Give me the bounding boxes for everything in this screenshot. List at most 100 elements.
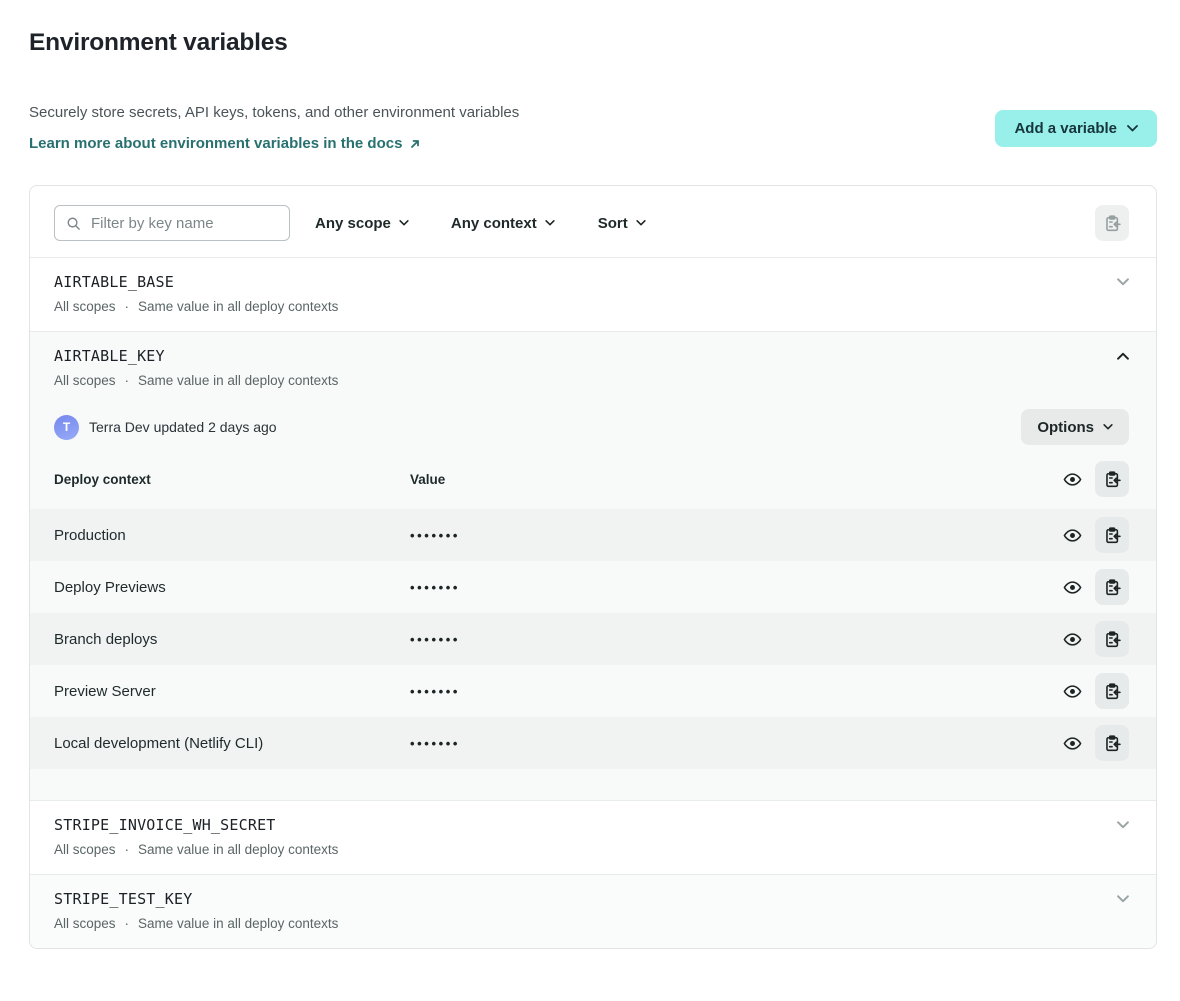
table-row: Preview Server ••••••• <box>30 665 1156 717</box>
updated-by-row: T Terra Dev updated 2 days ago Options <box>30 409 1156 445</box>
deploy-context-column-header: Deploy context <box>54 472 410 487</box>
variable-meta: All scopes · Same value in all deploy co… <box>54 842 1129 857</box>
variable-contexts: Same value in all deploy contexts <box>138 916 338 931</box>
chevron-down-icon[interactable] <box>1117 821 1129 829</box>
variable-name: STRIPE_TEST_KEY <box>54 890 192 908</box>
dot-separator: · <box>125 916 130 931</box>
add-variable-button[interactable]: Add a variable <box>995 110 1157 147</box>
copy-values-button[interactable] <box>1095 205 1129 241</box>
variable-row-stripe-test-key[interactable]: STRIPE_TEST_KEY All scopes · Same value … <box>30 874 1156 948</box>
variable-contexts: Same value in all deploy contexts <box>138 842 338 857</box>
variable-header: STRIPE_TEST_KEY <box>54 890 1129 908</box>
environment-variables-card: Any scope Any context Sort <box>29 185 1157 949</box>
dot-separator: · <box>125 373 130 388</box>
variable-meta: All scopes · Same value in all deploy co… <box>54 299 1129 314</box>
docs-link-label: Learn more about environment variables i… <box>29 135 402 152</box>
clipboard-arrow-icon <box>1104 683 1121 700</box>
reveal-value-button[interactable] <box>1061 630 1083 649</box>
variable-name: AIRTABLE_BASE <box>54 273 174 291</box>
dot-separator: · <box>125 842 130 857</box>
masked-value-cell: ••••••• <box>410 528 1061 543</box>
variable-row-stripe-invoice-wh-secret[interactable]: STRIPE_INVOICE_WH_SECRET All scopes · Sa… <box>30 800 1156 874</box>
eye-icon <box>1063 470 1082 489</box>
docs-link[interactable]: Learn more about environment variables i… <box>29 135 421 152</box>
page-description: Securely store secrets, API keys, tokens… <box>29 103 519 122</box>
table-row: Local development (Netlify CLI) ••••••• <box>30 717 1156 769</box>
chevron-down-icon[interactable] <box>1117 278 1129 286</box>
chevron-down-icon <box>1103 424 1113 430</box>
variable-scopes: All scopes <box>54 373 116 388</box>
reveal-value-button[interactable] <box>1061 734 1083 753</box>
clipboard-arrow-icon <box>1104 471 1121 488</box>
intro-row: Securely store secrets, API keys, tokens… <box>29 103 1157 153</box>
copy-value-button[interactable] <box>1095 569 1129 605</box>
variable-scopes: All scopes <box>54 299 116 314</box>
updated-by: T Terra Dev updated 2 days ago <box>54 415 277 440</box>
scope-filter-label: Any scope <box>315 215 391 232</box>
search-icon <box>66 216 81 231</box>
variable-contexts: Same value in all deploy contexts <box>138 299 338 314</box>
values-table: Production ••••••• <box>30 509 1156 769</box>
variable-row-airtable-key: AIRTABLE_KEY All scopes · Same value in … <box>30 331 1156 800</box>
sort-dropdown[interactable]: Sort <box>598 215 646 232</box>
clipboard-arrow-icon <box>1104 215 1121 232</box>
masked-value-cell: ••••••• <box>410 736 1061 751</box>
variable-meta: All scopes · Same value in all deploy co… <box>54 373 1129 388</box>
variable-scopes: All scopes <box>54 916 116 931</box>
filter-key-input[interactable] <box>89 214 278 233</box>
variable-header: STRIPE_INVOICE_WH_SECRET <box>54 816 1129 834</box>
eye-icon <box>1063 630 1082 649</box>
chevron-down-icon <box>399 220 409 226</box>
copy-value-button[interactable] <box>1095 621 1129 657</box>
variable-row-airtable-base[interactable]: AIRTABLE_BASE All scopes · Same value in… <box>30 257 1156 331</box>
reveal-value-button[interactable] <box>1061 578 1083 597</box>
page-title: Environment variables <box>29 28 1157 58</box>
chevron-up-icon[interactable] <box>1117 352 1129 360</box>
copy-all-values-button[interactable] <box>1095 461 1129 497</box>
masked-value-cell: ••••••• <box>410 580 1061 595</box>
value-column-header: Value <box>410 472 1061 487</box>
values-table-header: Deploy context Value <box>30 461 1156 497</box>
chevron-down-icon[interactable] <box>1117 895 1129 903</box>
clipboard-arrow-icon <box>1104 735 1121 752</box>
avatar: T <box>54 415 79 440</box>
copy-value-button[interactable] <box>1095 517 1129 553</box>
clipboard-arrow-icon <box>1104 579 1121 596</box>
environment-variables-page: Environment variables Securely store sec… <box>0 28 1180 949</box>
table-row: Production ••••••• <box>30 509 1156 561</box>
scope-filter-dropdown[interactable]: Any scope <box>315 215 409 232</box>
intro-text: Securely store secrets, API keys, tokens… <box>29 103 519 153</box>
chevron-down-icon <box>636 220 646 226</box>
deploy-context-cell: Local development (Netlify CLI) <box>54 735 410 752</box>
variable-name: STRIPE_INVOICE_WH_SECRET <box>54 816 276 834</box>
options-label: Options <box>1037 419 1094 436</box>
external-link-icon <box>409 137 421 150</box>
filter-bar: Any scope Any context Sort <box>30 186 1156 257</box>
reveal-value-button[interactable] <box>1061 682 1083 701</box>
reveal-all-values-button[interactable] <box>1061 470 1083 489</box>
search-box <box>54 205 290 241</box>
clipboard-arrow-icon <box>1104 527 1121 544</box>
eye-icon <box>1063 682 1082 701</box>
masked-value-cell: ••••••• <box>410 632 1061 647</box>
variable-contexts: Same value in all deploy contexts <box>138 373 338 388</box>
masked-value-cell: ••••••• <box>410 684 1061 699</box>
deploy-context-cell: Production <box>54 527 410 544</box>
copy-value-button[interactable] <box>1095 725 1129 761</box>
options-button[interactable]: Options <box>1021 409 1129 445</box>
updated-text: Terra Dev updated 2 days ago <box>89 419 277 435</box>
variable-header: AIRTABLE_BASE <box>54 273 1129 291</box>
expanded-section-footer <box>30 769 1156 800</box>
deploy-context-cell: Deploy Previews <box>54 579 410 596</box>
sort-label: Sort <box>598 215 628 232</box>
variable-name: AIRTABLE_KEY <box>54 347 165 365</box>
eye-icon <box>1063 734 1082 753</box>
reveal-value-button[interactable] <box>1061 526 1083 545</box>
dot-separator: · <box>125 299 130 314</box>
context-filter-dropdown[interactable]: Any context <box>451 215 555 232</box>
variable-header[interactable]: AIRTABLE_KEY All scopes · Same value in … <box>30 332 1156 388</box>
eye-icon <box>1063 578 1082 597</box>
table-row: Deploy Previews ••••••• <box>30 561 1156 613</box>
context-filter-label: Any context <box>451 215 537 232</box>
copy-value-button[interactable] <box>1095 673 1129 709</box>
